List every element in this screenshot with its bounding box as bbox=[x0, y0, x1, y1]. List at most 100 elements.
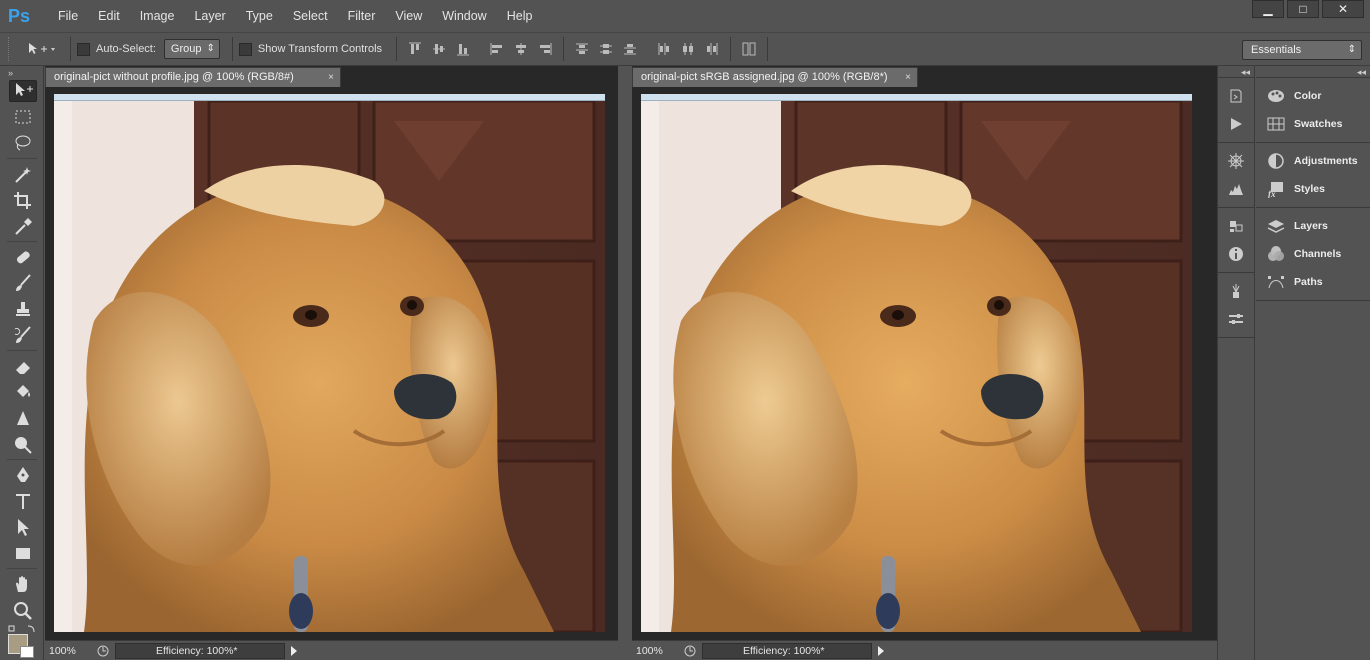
hand-tool[interactable] bbox=[9, 573, 37, 595]
maximize-button[interactable]: □ bbox=[1287, 0, 1319, 18]
toolbox-collapse[interactable]: » bbox=[0, 66, 43, 80]
menu-view[interactable]: View bbox=[385, 0, 432, 32]
history-brush-tool[interactable] bbox=[9, 324, 37, 346]
panel-tab-styles[interactable]: fx Styles bbox=[1256, 175, 1370, 203]
panel-tab-paths[interactable]: Paths bbox=[1256, 268, 1370, 296]
paint-bucket-tool-icon bbox=[17, 385, 30, 397]
dodge-tool-icon bbox=[15, 437, 32, 454]
document-status-bar: 100% Efficiency: 100%* bbox=[632, 640, 1217, 660]
workspace-switcher[interactable]: Essentials bbox=[1242, 40, 1362, 60]
swap-colors-icon[interactable] bbox=[8, 624, 38, 634]
distribute-right-icon[interactable] bbox=[704, 41, 720, 57]
tool-presets-panel-icon[interactable] bbox=[1218, 305, 1254, 333]
tool-preset-picker[interactable] bbox=[20, 37, 64, 61]
paint-bucket-tool[interactable] bbox=[9, 381, 37, 403]
panel-tab-color[interactable]: Color bbox=[1256, 82, 1370, 110]
histogram-panel-icon[interactable] bbox=[1218, 175, 1254, 203]
tab-close-icon[interactable]: × bbox=[328, 68, 334, 87]
close-button[interactable]: ✕ bbox=[1322, 0, 1364, 18]
dog-photo[interactable] bbox=[54, 101, 605, 632]
minimize-button[interactable]: ▁ bbox=[1252, 0, 1284, 18]
align-bottom-edges-icon[interactable] bbox=[455, 41, 471, 57]
align-horizontal-centers-icon[interactable] bbox=[513, 41, 529, 57]
options-bar-grip[interactable] bbox=[8, 37, 12, 61]
panel-tab-adjustments[interactable]: Adjustments bbox=[1256, 147, 1370, 175]
marquee-tool[interactable] bbox=[9, 106, 37, 128]
crop-tool[interactable] bbox=[9, 189, 37, 211]
healing-brush-tool[interactable] bbox=[9, 246, 37, 268]
document-window-2: original-pict sRGB assigned.jpg @ 100% (… bbox=[632, 66, 1217, 660]
brush-presets-panel-icon[interactable] bbox=[1218, 277, 1254, 305]
eyedropper-tool[interactable] bbox=[9, 215, 37, 237]
move-tool[interactable] bbox=[9, 80, 37, 102]
color-swatches bbox=[8, 624, 38, 658]
type-tool[interactable] bbox=[9, 490, 37, 512]
dodge-tool[interactable] bbox=[9, 433, 37, 455]
clone-stamp-tool[interactable] bbox=[9, 298, 37, 320]
menu-image[interactable]: Image bbox=[130, 0, 185, 32]
menu-help[interactable]: Help bbox=[497, 0, 543, 32]
distribute-bottom-icon[interactable] bbox=[622, 41, 638, 57]
history-panel-icon[interactable] bbox=[1218, 82, 1254, 110]
panel-icon-dock: ◂◂ bbox=[1217, 66, 1255, 660]
menu-file[interactable]: File bbox=[48, 0, 88, 32]
panel-tab-swatches[interactable]: Swatches bbox=[1256, 110, 1370, 138]
distribute-vertical-centers-icon[interactable] bbox=[598, 41, 614, 57]
rectangle-tool-icon bbox=[16, 548, 30, 559]
align-top-edges-icon[interactable] bbox=[407, 41, 423, 57]
document-tab-1[interactable]: original-pict without profile.jpg @ 100%… bbox=[45, 67, 341, 87]
show-transform-checkbox[interactable] bbox=[238, 42, 252, 56]
panel-dock-collapse-button[interactable]: ◂◂ bbox=[1256, 66, 1370, 78]
distribute-top-icon[interactable] bbox=[574, 41, 590, 57]
canvas-area[interactable] bbox=[632, 88, 1217, 640]
panel-group-adjustments: Adjustments fx Styles bbox=[1256, 143, 1370, 208]
dog-photo[interactable] bbox=[641, 101, 1192, 632]
menu-window[interactable]: Window bbox=[432, 0, 496, 32]
panel-tab-layers[interactable]: Layers bbox=[1256, 212, 1370, 240]
panel-label: Swatches bbox=[1294, 118, 1343, 130]
actions-panel-icon[interactable] bbox=[1218, 110, 1254, 138]
brush-tool-icon bbox=[16, 274, 31, 291]
menu-edit[interactable]: Edit bbox=[88, 0, 130, 32]
distribute-horizontal-centers-icon[interactable] bbox=[680, 41, 696, 57]
auto-select-dropdown[interactable]: Group bbox=[163, 39, 220, 59]
canvas-area[interactable] bbox=[45, 88, 618, 640]
status-menu-arrow-icon[interactable] bbox=[874, 643, 888, 659]
info-panel-icon[interactable] bbox=[1218, 240, 1254, 268]
zoom-level[interactable]: 100% bbox=[45, 645, 95, 657]
sharpen-tool[interactable] bbox=[9, 407, 37, 429]
align-left-edges-icon[interactable] bbox=[489, 41, 505, 57]
clone-source-panel-icon[interactable] bbox=[1218, 212, 1254, 240]
rectangle-tool[interactable] bbox=[9, 542, 37, 564]
menu-select[interactable]: Select bbox=[283, 0, 338, 32]
toolbox: » bbox=[0, 66, 44, 660]
document-info-icon[interactable] bbox=[682, 644, 698, 658]
navigator-panel-icon[interactable] bbox=[1218, 147, 1254, 175]
dock-collapse-button[interactable]: ◂◂ bbox=[1218, 66, 1254, 78]
tool-separator bbox=[7, 350, 37, 351]
menu-type[interactable]: Type bbox=[236, 0, 283, 32]
zoom-tool[interactable] bbox=[9, 599, 37, 621]
magic-wand-tool[interactable] bbox=[9, 163, 37, 185]
document-info-icon[interactable] bbox=[95, 644, 111, 658]
auto-select-checkbox[interactable] bbox=[77, 42, 90, 56]
align-right-edges-icon[interactable] bbox=[537, 41, 553, 57]
auto-select-label: Auto-Select: bbox=[96, 43, 156, 55]
auto-align-icon[interactable] bbox=[741, 41, 757, 57]
pen-tool[interactable] bbox=[9, 464, 37, 486]
tab-close-icon[interactable]: × bbox=[905, 68, 911, 87]
status-menu-arrow-icon[interactable] bbox=[287, 643, 301, 659]
path-selection-tool[interactable] bbox=[9, 516, 37, 538]
lasso-tool[interactable] bbox=[9, 132, 37, 154]
eraser-tool[interactable] bbox=[9, 355, 37, 377]
brush-tool[interactable] bbox=[9, 272, 37, 294]
menu-filter[interactable]: Filter bbox=[338, 0, 386, 32]
background-color-swatch[interactable] bbox=[20, 646, 34, 658]
tool-separator bbox=[7, 241, 37, 242]
document-tab-2[interactable]: original-pict sRGB assigned.jpg @ 100% (… bbox=[632, 67, 918, 87]
panel-tab-channels[interactable]: Channels bbox=[1256, 240, 1370, 268]
menu-layer[interactable]: Layer bbox=[184, 0, 235, 32]
align-vertical-centers-icon[interactable] bbox=[431, 41, 447, 57]
zoom-level[interactable]: 100% bbox=[632, 645, 682, 657]
distribute-left-icon[interactable] bbox=[656, 41, 672, 57]
